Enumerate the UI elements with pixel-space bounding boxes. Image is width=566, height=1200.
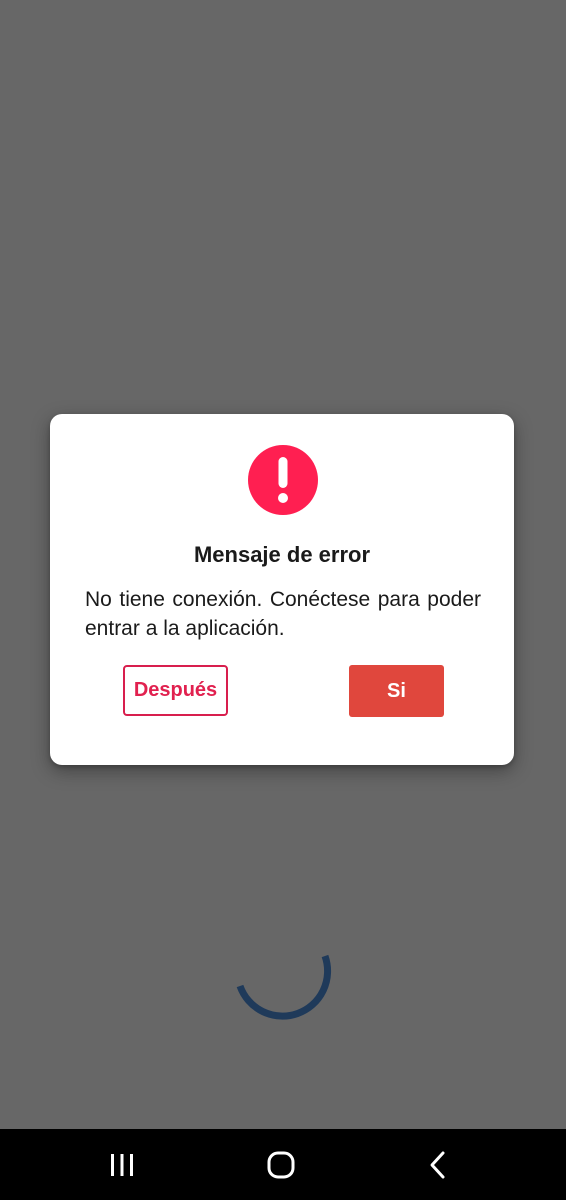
screen-overlay: Mensaje de error No tiene conexión. Coné… bbox=[0, 0, 566, 1129]
later-button-label: Después bbox=[133, 679, 218, 701]
home-button[interactable] bbox=[241, 1129, 321, 1200]
back-button[interactable] bbox=[399, 1129, 479, 1200]
dialog-title: Mensaje de error bbox=[193, 542, 371, 567]
error-dialog: Mensaje de error No tiene conexión. Coné… bbox=[50, 414, 514, 765]
dialog-message: No tiene conexión. Conéctese para poder … bbox=[85, 588, 481, 640]
later-button[interactable]: Después bbox=[123, 665, 228, 716]
back-icon bbox=[430, 1151, 445, 1178]
loading-spinner bbox=[236, 954, 332, 1020]
recent-apps-icon bbox=[111, 1153, 133, 1176]
alert-circle-icon bbox=[248, 445, 318, 515]
home-icon bbox=[267, 1151, 295, 1178]
yes-button-label: Si bbox=[387, 679, 406, 702]
recent-apps-button[interactable] bbox=[82, 1129, 162, 1200]
yes-button[interactable]: Si bbox=[349, 665, 444, 717]
system-navigation-bar bbox=[0, 1129, 566, 1200]
